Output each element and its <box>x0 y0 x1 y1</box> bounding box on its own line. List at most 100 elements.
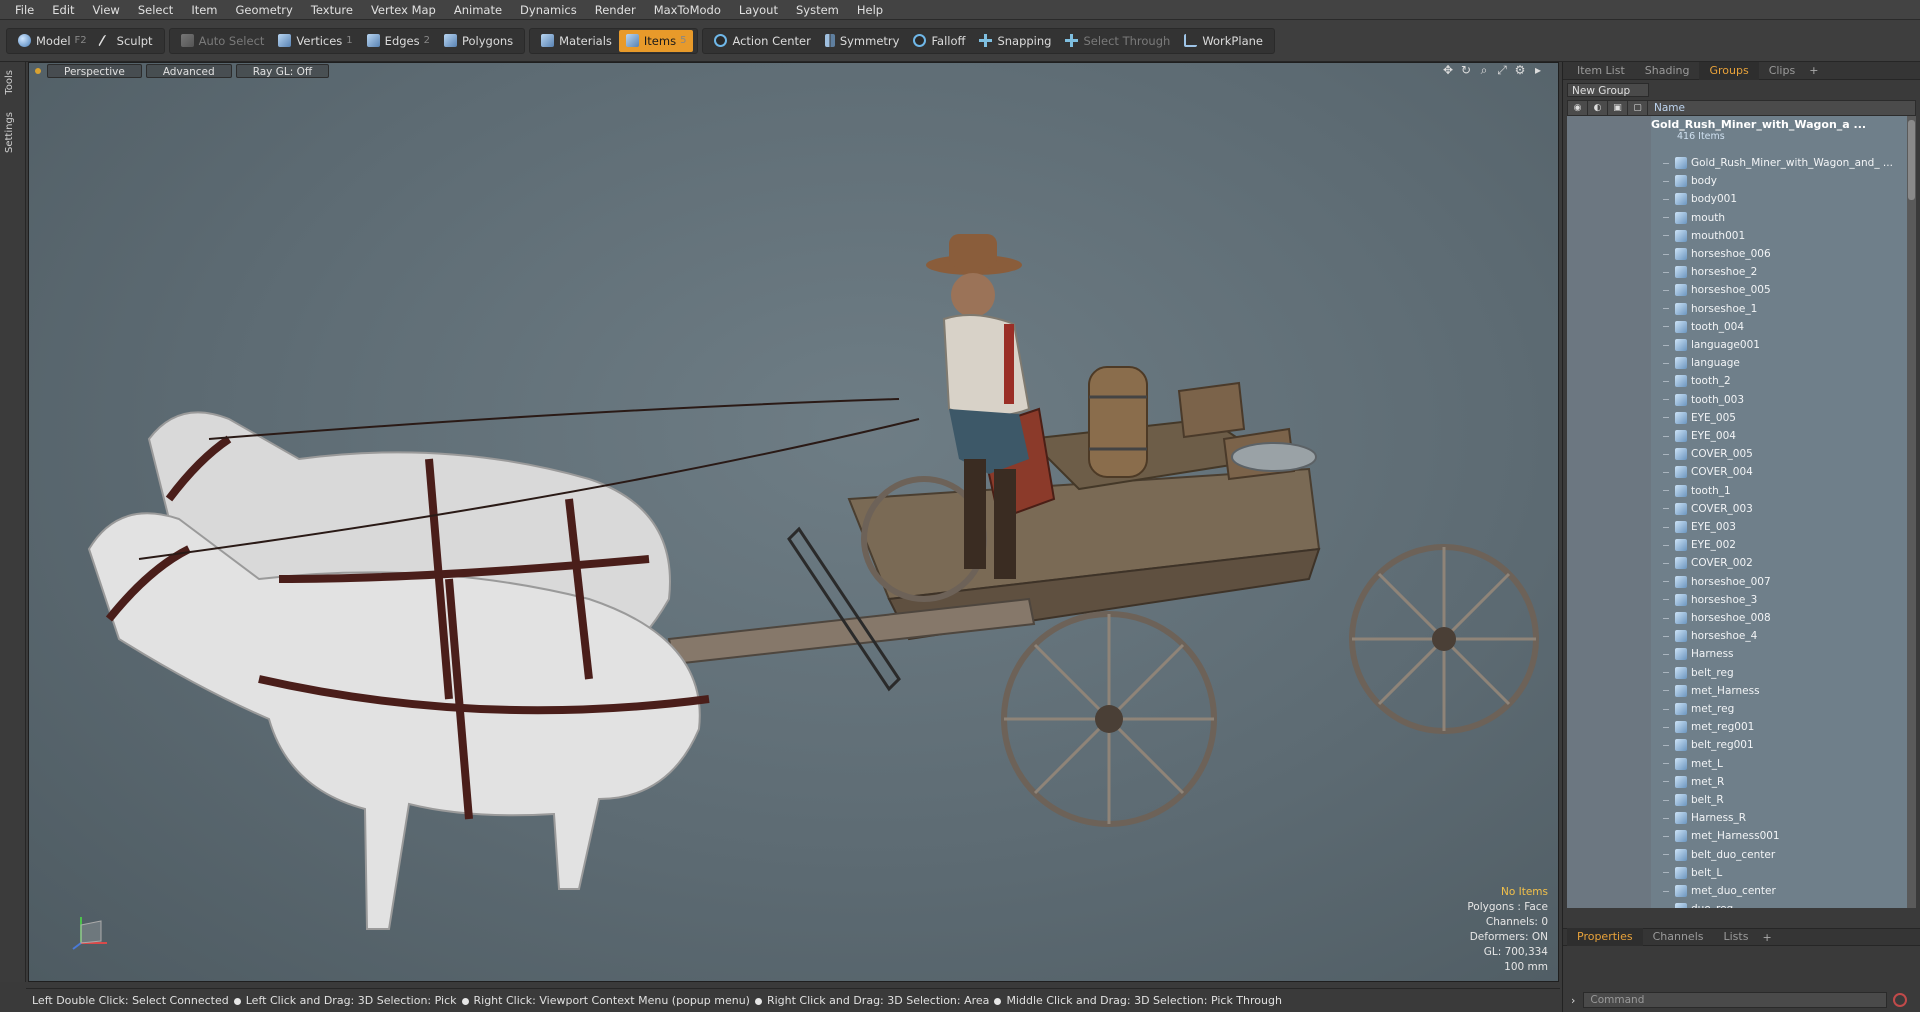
polygons-button[interactable]: Polygons <box>437 30 520 52</box>
tree-item[interactable]: language001 <box>1651 336 1916 354</box>
tree-item[interactable]: body001 <box>1651 190 1916 208</box>
tree-item[interactable]: met_R <box>1651 773 1916 791</box>
tree-item[interactable]: EYE_005 <box>1651 409 1916 427</box>
settings-tab[interactable]: Settings <box>4 108 22 157</box>
menu-geometry[interactable]: Geometry <box>227 0 302 20</box>
items-button[interactable]: Items 5 <box>618 29 694 52</box>
menu-item[interactable]: Item <box>182 0 226 20</box>
gear-icon[interactable]: ⚙ <box>1514 64 1526 76</box>
menu-animate[interactable]: Animate <box>445 0 511 20</box>
tab-lists[interactable]: Lists <box>1714 928 1759 946</box>
tree-item[interactable]: met_Harness <box>1651 682 1916 700</box>
shading-dropdown[interactable]: Advanced <box>145 64 232 78</box>
menu-render[interactable]: Render <box>586 0 645 20</box>
tree-item[interactable]: met_Harness001 <box>1651 827 1916 845</box>
raygl-toggle[interactable]: Ray GL: Off <box>235 64 330 78</box>
tree-item[interactable]: COVER_002 <box>1651 554 1916 572</box>
pan-icon[interactable]: ✥ <box>1442 64 1454 76</box>
tree-root-group[interactable]: Gold_Rush_Miner_with_Wagon_a ... 416 Ite… <box>1651 118 1916 142</box>
snapping-button[interactable]: Snapping <box>972 30 1058 52</box>
tree-item[interactable]: met_duo_center <box>1651 882 1916 900</box>
tree-item[interactable]: duo_reg <box>1651 900 1916 908</box>
tree-item[interactable]: belt_reg <box>1651 664 1916 682</box>
render-column-icon[interactable]: ◐ <box>1588 101 1608 115</box>
tab-shading[interactable]: Shading <box>1635 62 1700 80</box>
menu-texture[interactable]: Texture <box>302 0 362 20</box>
add-tab-icon[interactable]: + <box>1809 64 1818 77</box>
tree-item[interactable]: horseshoe_4 <box>1651 627 1916 645</box>
menu-layout[interactable]: Layout <box>730 0 787 20</box>
auto-select-button[interactable]: Auto Select <box>174 30 272 52</box>
tree-item[interactable]: COVER_004 <box>1651 463 1916 481</box>
tree-item[interactable]: tooth_2 <box>1651 372 1916 390</box>
edges-button[interactable]: Edges 2 <box>360 30 437 52</box>
lock-column-icon[interactable]: ▣ <box>1608 101 1628 115</box>
name-column-header[interactable]: Name <box>1648 102 1685 114</box>
viewport-menu-icon[interactable] <box>35 68 41 74</box>
tree-item[interactable]: EYE_003 <box>1651 518 1916 536</box>
tree-item[interactable]: horseshoe_006 <box>1651 245 1916 263</box>
tree-item[interactable]: mouth001 <box>1651 227 1916 245</box>
tree-item[interactable]: EYE_002 <box>1651 536 1916 554</box>
menu-system[interactable]: System <box>787 0 848 20</box>
action-center-button[interactable]: Action Center <box>707 30 817 52</box>
tree-item[interactable]: horseshoe_1 <box>1651 300 1916 318</box>
tab-channels[interactable]: Channels <box>1643 928 1714 946</box>
select-through-button[interactable]: Select Through <box>1058 30 1177 52</box>
tree-item[interactable]: Harness <box>1651 645 1916 663</box>
tree-item[interactable]: Harness_R <box>1651 809 1916 827</box>
tree-scrollbar[interactable] <box>1907 116 1916 908</box>
zoom-icon[interactable]: ⌕ <box>1478 64 1490 76</box>
select-column-icon[interactable]: ▢ <box>1628 101 1648 115</box>
rotate-icon[interactable]: ↻ <box>1460 64 1472 76</box>
groups-tree[interactable]: Gold_Rush_Miner_with_Wagon_a ... 416 Ite… <box>1567 116 1916 908</box>
tab-properties[interactable]: Properties <box>1567 928 1643 946</box>
tree-item[interactable]: tooth_004 <box>1651 318 1916 336</box>
tree-item[interactable]: met_reg001 <box>1651 718 1916 736</box>
tree-item[interactable]: met_L <box>1651 755 1916 773</box>
menu-select[interactable]: Select <box>129 0 182 20</box>
new-group-button[interactable]: New Group <box>1567 83 1649 97</box>
command-input[interactable]: Command <box>1583 992 1888 1008</box>
tree-item[interactable]: mouth <box>1651 209 1916 227</box>
tree-item[interactable]: COVER_003 <box>1651 500 1916 518</box>
visibility-column-icon[interactable]: ◉ <box>1568 101 1588 115</box>
tree-item[interactable]: belt_R <box>1651 791 1916 809</box>
menu-view[interactable]: View <box>84 0 129 20</box>
falloff-button[interactable]: Falloff <box>906 30 972 52</box>
tree-item[interactable]: tooth_1 <box>1651 482 1916 500</box>
3d-viewport[interactable]: Perspective Advanced Ray GL: Off ✥ ↻ ⌕ ⤢… <box>28 62 1559 982</box>
tree-item[interactable]: language <box>1651 354 1916 372</box>
tree-item[interactable]: horseshoe_2 <box>1651 263 1916 281</box>
tree-item[interactable]: horseshoe_008 <box>1651 609 1916 627</box>
menu-maxtomodo[interactable]: MaxToModo <box>645 0 730 20</box>
tree-item[interactable]: Gold_Rush_Miner_with_Wagon_and_ ... <box>1651 154 1916 172</box>
tree-item[interactable]: horseshoe_005 <box>1651 281 1916 299</box>
tree-item[interactable]: horseshoe_007 <box>1651 573 1916 591</box>
materials-button[interactable]: Materials <box>534 30 619 52</box>
add-tab-icon[interactable]: + <box>1762 931 1771 944</box>
expand-arrow-icon[interactable]: ▸ <box>1532 64 1544 76</box>
tree-item[interactable]: horseshoe_3 <box>1651 591 1916 609</box>
menu-file[interactable]: File <box>6 0 43 20</box>
tools-tab[interactable]: Tools <box>4 66 22 99</box>
tab-groups[interactable]: Groups <box>1699 61 1759 80</box>
tab-item-list[interactable]: Item List <box>1567 62 1635 80</box>
menu-edit[interactable]: Edit <box>43 0 83 20</box>
maximize-icon[interactable]: ⤢ <box>1496 64 1508 76</box>
workplane-button[interactable]: WorkPlane <box>1177 30 1270 52</box>
menu-vertex-map[interactable]: Vertex Map <box>362 0 445 20</box>
tree-item[interactable]: EYE_004 <box>1651 427 1916 445</box>
scrollbar-thumb[interactable] <box>1908 120 1915 200</box>
sculpt-mode-button[interactable]: Sculpt <box>94 30 160 52</box>
tree-item[interactable]: body <box>1651 172 1916 190</box>
tree-item[interactable]: belt_reg001 <box>1651 736 1916 754</box>
tree-item[interactable]: belt_duo_center <box>1651 846 1916 864</box>
model-mode-button[interactable]: Model F2 <box>11 30 94 52</box>
perspective-dropdown[interactable]: Perspective <box>47 64 142 78</box>
command-history-icon[interactable] <box>1893 993 1908 1007</box>
tree-item[interactable]: met_reg <box>1651 700 1916 718</box>
vertices-button[interactable]: Vertices 1 <box>271 30 359 52</box>
tab-clips[interactable]: Clips <box>1759 62 1806 80</box>
symmetry-button[interactable]: Symmetry <box>818 30 907 52</box>
